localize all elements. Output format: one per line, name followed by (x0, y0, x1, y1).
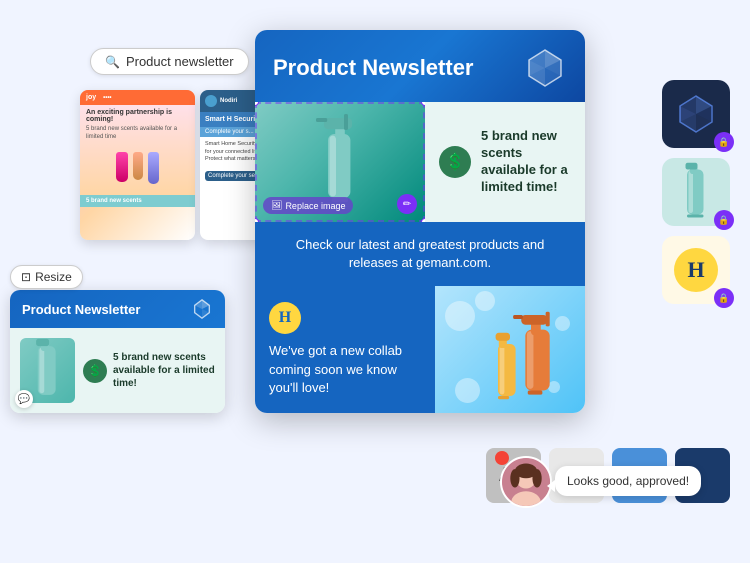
dark-gem-icon (674, 92, 718, 136)
avatar (500, 456, 552, 508)
collab-text: We've got a new collab coming soon we kn… (269, 342, 421, 397)
main-s3-left: H We've got a new collab coming soon we … (255, 286, 435, 413)
main-s1-image: 🖼 Replace image ✏ (255, 102, 425, 222)
replace-image-button[interactable]: 🖼 Replace image (263, 197, 353, 214)
bubble-2 (475, 291, 495, 311)
sel-dot-tl (255, 102, 259, 106)
mini-scent-text: 5 brand new scents available for a limit… (113, 351, 215, 390)
avatar-svg (502, 456, 550, 508)
main-card-title: Product Newsletter (273, 55, 474, 81)
mini-scent-icon: 💲 (83, 359, 107, 383)
resize-button[interactable]: ⊡ Resize (10, 265, 83, 289)
speech-text: Looks good, approved! (567, 474, 689, 488)
right-icon-H[interactable]: H 🔒 (662, 236, 730, 304)
search-icon: 🔍 (105, 55, 120, 69)
scent-text: 5 brand new scents available for a limit… (481, 128, 571, 196)
sel-dot-br (421, 218, 425, 222)
pc1-cta: 5 brand new scents (80, 195, 195, 207)
pc2-brand: Nodiri (220, 98, 237, 104)
main-card-header: Product Newsletter (255, 30, 585, 102)
edit-icon: ✏ (403, 199, 411, 210)
H-icon: H (674, 248, 718, 292)
resize-icon: ⊡ (21, 270, 31, 284)
preview-card-1: joy •••• An exciting partnership is comi… (80, 90, 195, 240)
main-s2-text: Check our latest and greatest products a… (273, 236, 567, 272)
main-section-1: 🖼 Replace image ✏ 💲 5 brand new scents a… (255, 102, 585, 222)
mini-card-header: Product Newsletter (10, 290, 225, 328)
mini-content: 💲 5 brand new scents available for a lim… (83, 351, 215, 390)
main-s3-right (435, 286, 585, 413)
spray-bg (435, 286, 585, 413)
edit-image-button[interactable]: ✏ (397, 194, 417, 214)
pc1-brand: joy (86, 94, 96, 101)
main-s1-content: 💲 5 brand new scents available for a lim… (425, 102, 585, 222)
pc1-desc: 5 brand new scents available for a limit… (86, 126, 189, 142)
avatar-area: Looks good, approved! (500, 456, 552, 508)
main-section-3: H We've got a new collab coming soon we … (255, 286, 585, 413)
resize-label: Resize (35, 270, 72, 284)
bubble-1 (445, 301, 475, 331)
lock-badge-1: 🔒 (714, 132, 734, 152)
mini-card: Product Newsletter 💲 5 brand new scents … (10, 290, 225, 413)
replace-image-icon: 🖼 (271, 200, 282, 211)
main-section-2: Check our latest and greatest products a… (255, 222, 585, 286)
chat-icon[interactable]: 💬 (15, 390, 33, 408)
bottle-2-svg (485, 328, 535, 408)
search-value: Product newsletter (126, 54, 234, 69)
right-bottle-icon (671, 162, 721, 222)
replace-image-label: Replace image (285, 201, 345, 211)
sel-dot-tr (421, 102, 425, 106)
sel-dot-bl (255, 218, 259, 222)
pc1-title: An exciting partnership is coming! (86, 109, 189, 123)
chat-symbol: 💬 (18, 394, 30, 405)
lock-badge-3: 🔒 (714, 288, 734, 308)
bubble-4 (455, 378, 480, 403)
lock-badge-2: 🔒 (714, 210, 734, 230)
speech-bubble: Looks good, approved! (555, 466, 701, 496)
mini-gem-icon (191, 298, 213, 320)
search-bar[interactable]: 🔍 Product newsletter (90, 48, 249, 75)
pc1-tag: •••• (103, 95, 111, 101)
right-icon-bottle[interactable]: 🔒 (662, 158, 730, 226)
gem-icon (523, 46, 567, 90)
notification-dot (495, 451, 509, 465)
mini-card-title: Product Newsletter (22, 302, 140, 317)
collab-icon: H (269, 302, 301, 334)
right-icon-gem[interactable]: 🔒 (662, 80, 730, 148)
right-icons-panel: 🔒 🔒 H 🔒 (662, 80, 730, 304)
scent-icon: 💲 (439, 146, 471, 178)
main-newsletter-card: Product Newsletter (255, 30, 585, 413)
mini-section: 💲 5 brand new scents available for a lim… (10, 328, 225, 413)
